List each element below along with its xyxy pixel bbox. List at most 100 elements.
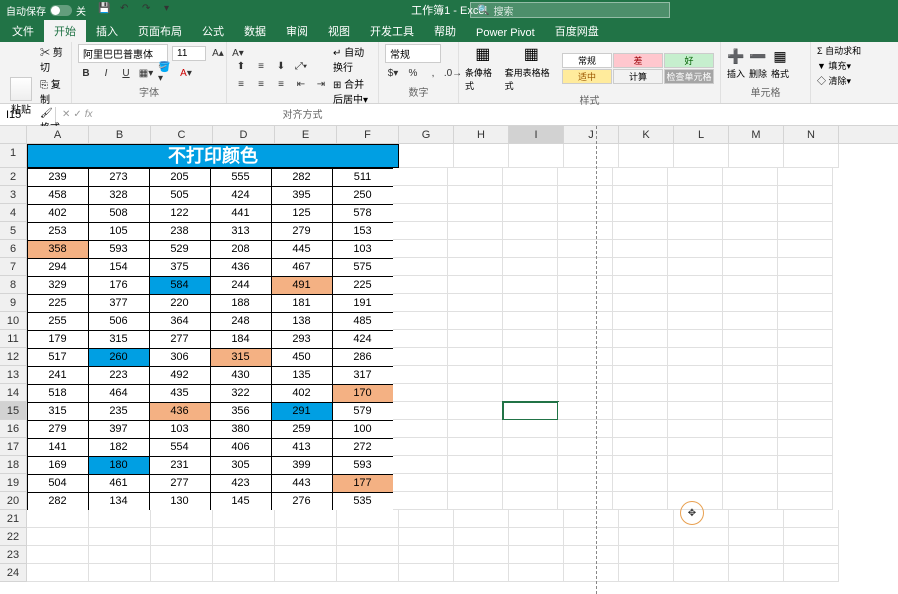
cell-N15[interactable] bbox=[778, 402, 833, 420]
tab-数据[interactable]: 数据 bbox=[234, 20, 276, 42]
col-header-H[interactable]: H bbox=[454, 126, 509, 143]
cell-A15[interactable]: 315 bbox=[27, 402, 89, 421]
cell-J13[interactable] bbox=[558, 366, 613, 384]
cells-area[interactable]: 不打印颜色23927320555528251145832850542439525… bbox=[27, 144, 898, 582]
cell-I3[interactable] bbox=[503, 186, 558, 204]
cell-E3[interactable]: 395 bbox=[271, 186, 333, 205]
cell-J2[interactable] bbox=[558, 168, 613, 186]
cell-N12[interactable] bbox=[778, 348, 833, 366]
cell-K11[interactable] bbox=[613, 330, 668, 348]
cell-B14[interactable]: 464 bbox=[88, 384, 150, 403]
cell-N13[interactable] bbox=[778, 366, 833, 384]
cell-K19[interactable] bbox=[613, 474, 668, 492]
autosum-button[interactable]: Σ 自动求和 bbox=[817, 44, 861, 57]
row-header-24[interactable]: 24 bbox=[0, 564, 27, 582]
align-top-icon[interactable]: ⬆ bbox=[233, 58, 249, 74]
cell-M18[interactable] bbox=[723, 456, 778, 474]
cell-N23[interactable] bbox=[784, 546, 839, 564]
cell-F13[interactable]: 317 bbox=[332, 366, 394, 385]
cell-L15[interactable] bbox=[668, 402, 723, 420]
cell-L14[interactable] bbox=[668, 384, 723, 402]
cell-A12[interactable]: 517 bbox=[27, 348, 89, 367]
tab-视图[interactable]: 视图 bbox=[318, 20, 360, 42]
cell-F5[interactable]: 153 bbox=[332, 222, 394, 241]
cell-I14[interactable] bbox=[503, 384, 558, 402]
tab-帮助[interactable]: 帮助 bbox=[424, 20, 466, 42]
cell-E5[interactable]: 279 bbox=[271, 222, 333, 241]
autosave-toggle[interactable]: 自动保存 关 bbox=[0, 3, 92, 18]
font-name-select[interactable]: 阿里巴巴普惠体 bbox=[78, 44, 168, 63]
style-normal[interactable]: 常规 bbox=[562, 53, 612, 68]
cell-L22[interactable] bbox=[674, 528, 729, 546]
cell-A8[interactable]: 329 bbox=[27, 276, 89, 295]
cell-H12[interactable] bbox=[448, 348, 503, 366]
cell-B4[interactable]: 508 bbox=[88, 204, 150, 223]
cell-B21[interactable] bbox=[89, 510, 151, 528]
cell-K4[interactable] bbox=[613, 204, 668, 222]
cell-A2[interactable]: 239 bbox=[27, 168, 89, 187]
cell-F21[interactable] bbox=[337, 510, 399, 528]
align-right-icon[interactable]: ≡ bbox=[273, 76, 289, 92]
cell-N11[interactable] bbox=[778, 330, 833, 348]
cell-E9[interactable]: 181 bbox=[271, 294, 333, 313]
underline-icon[interactable]: U bbox=[118, 65, 134, 81]
cell-H14[interactable] bbox=[448, 384, 503, 402]
cell-E10[interactable]: 138 bbox=[271, 312, 333, 331]
cell-I21[interactable] bbox=[509, 510, 564, 528]
cell-H16[interactable] bbox=[448, 420, 503, 438]
border-icon[interactable]: ▦▾ bbox=[138, 65, 154, 81]
cell-J19[interactable] bbox=[558, 474, 613, 492]
cell-N3[interactable] bbox=[778, 186, 833, 204]
row-header-11[interactable]: 11 bbox=[0, 330, 27, 348]
cell-L5[interactable] bbox=[668, 222, 723, 240]
cell-I22[interactable] bbox=[509, 528, 564, 546]
cell-J12[interactable] bbox=[558, 348, 613, 366]
cell-A14[interactable]: 518 bbox=[27, 384, 89, 403]
cell-B7[interactable]: 154 bbox=[88, 258, 150, 277]
cell-F22[interactable] bbox=[337, 528, 399, 546]
cell-N20[interactable] bbox=[778, 492, 833, 510]
cell-K17[interactable] bbox=[613, 438, 668, 456]
cell-F23[interactable] bbox=[337, 546, 399, 564]
redo-icon[interactable]: ↷ bbox=[142, 3, 156, 17]
cell-J4[interactable] bbox=[558, 204, 613, 222]
cell-E18[interactable]: 399 bbox=[271, 456, 333, 475]
cell-D12[interactable]: 315 bbox=[210, 348, 272, 367]
tab-公式[interactable]: 公式 bbox=[192, 20, 234, 42]
cell-K16[interactable] bbox=[613, 420, 668, 438]
cell-M13[interactable] bbox=[723, 366, 778, 384]
align-middle-icon[interactable]: ≡ bbox=[253, 58, 269, 74]
cell-M19[interactable] bbox=[723, 474, 778, 492]
cell-D17[interactable]: 406 bbox=[210, 438, 272, 457]
cell-A6[interactable]: 358 bbox=[27, 240, 89, 259]
cell-J6[interactable] bbox=[558, 240, 613, 258]
cell-J24[interactable] bbox=[564, 564, 619, 582]
cell-C13[interactable]: 492 bbox=[149, 366, 211, 385]
cell-E7[interactable]: 467 bbox=[271, 258, 333, 277]
cell-K12[interactable] bbox=[613, 348, 668, 366]
cell-G18[interactable] bbox=[393, 456, 448, 474]
cell-M10[interactable] bbox=[723, 312, 778, 330]
cell-A20[interactable]: 282 bbox=[27, 492, 89, 511]
cell-D24[interactable] bbox=[213, 564, 275, 582]
col-header-E[interactable]: E bbox=[275, 126, 337, 143]
cell-F3[interactable]: 250 bbox=[332, 186, 394, 205]
cell-J3[interactable] bbox=[558, 186, 613, 204]
cell-C16[interactable]: 103 bbox=[149, 420, 211, 439]
cell-A11[interactable]: 179 bbox=[27, 330, 89, 349]
cell-G23[interactable] bbox=[399, 546, 454, 564]
cell-L12[interactable] bbox=[668, 348, 723, 366]
cell-N19[interactable] bbox=[778, 474, 833, 492]
cell-C3[interactable]: 505 bbox=[149, 186, 211, 205]
cell-H13[interactable] bbox=[448, 366, 503, 384]
cell-L10[interactable] bbox=[668, 312, 723, 330]
cell-A22[interactable] bbox=[27, 528, 89, 546]
cell-F19[interactable]: 177 bbox=[332, 474, 394, 493]
cell-A7[interactable]: 294 bbox=[27, 258, 89, 277]
cell-B6[interactable]: 593 bbox=[88, 240, 150, 259]
formula-input[interactable] bbox=[99, 113, 898, 117]
row-header-21[interactable]: 21 bbox=[0, 510, 27, 528]
cell-F4[interactable]: 578 bbox=[332, 204, 394, 223]
cell-E21[interactable] bbox=[275, 510, 337, 528]
cell-B5[interactable]: 105 bbox=[88, 222, 150, 241]
